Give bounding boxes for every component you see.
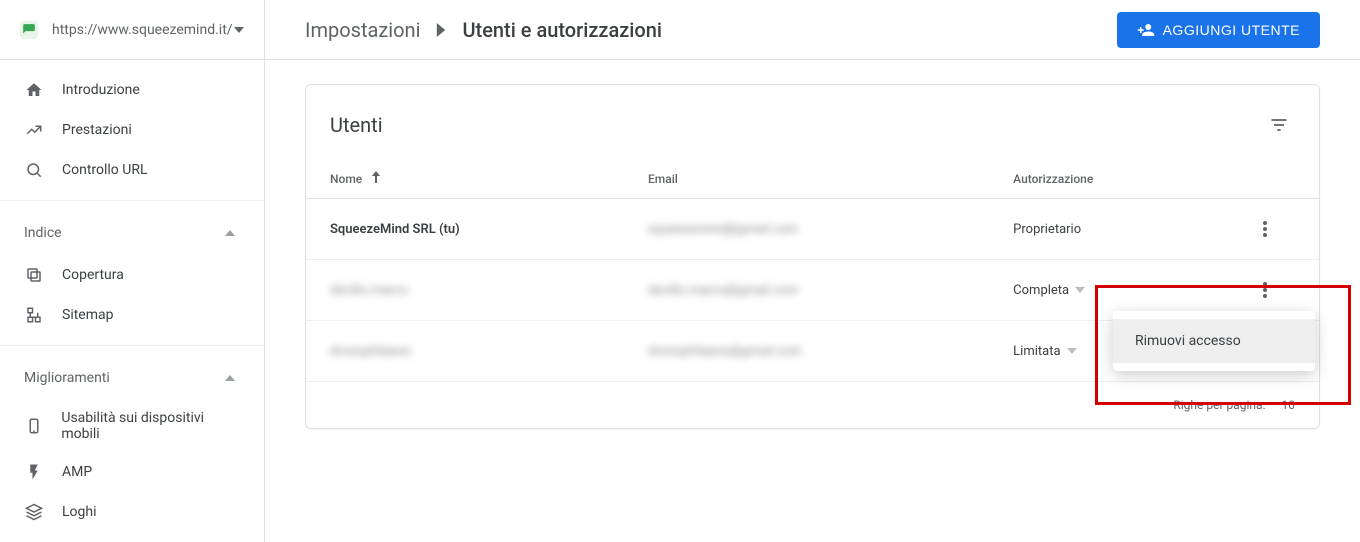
property-selector[interactable]: https://www.squeezemind.it/ bbox=[0, 0, 264, 60]
sort-arrow-up-icon bbox=[371, 172, 381, 186]
nav-group-title: Indice bbox=[24, 225, 62, 241]
nav-item-prestazioni[interactable]: Prestazioni bbox=[0, 110, 264, 150]
nav-item-sitemap[interactable]: Sitemap bbox=[0, 295, 264, 335]
cell-email: squeezemind@gmail.com bbox=[624, 199, 989, 260]
cell-name: devillo.marco bbox=[306, 260, 624, 321]
remove-access-action[interactable]: Rimuovi accesso bbox=[1113, 319, 1315, 363]
trend-icon bbox=[24, 120, 44, 140]
kebab-icon bbox=[1263, 282, 1267, 298]
breadcrumb-current: Utenti e autorizzazioni bbox=[462, 18, 662, 42]
table-row: SqueezeMind SRL (tu)squeezemind@gmail.co… bbox=[306, 199, 1319, 260]
rows-per-page-value[interactable]: 10 bbox=[1282, 398, 1296, 412]
cell-email: drosophilaexs@gmail.com bbox=[624, 321, 989, 382]
row-action-menu: Rimuovi accesso bbox=[1113, 311, 1315, 371]
chevron-up-icon bbox=[220, 223, 240, 243]
nav-label: Copertura bbox=[62, 267, 124, 283]
caret-down-icon bbox=[1075, 287, 1085, 293]
nav-label: Sitemap bbox=[62, 307, 113, 323]
caret-down-icon bbox=[1067, 348, 1077, 354]
filter-icon bbox=[1269, 115, 1289, 135]
nav-label: Loghi bbox=[62, 504, 97, 520]
nav-label: Introduzione bbox=[62, 82, 140, 98]
nav-item-copertura[interactable]: Copertura bbox=[0, 255, 264, 295]
property-url: https://www.squeezemind.it/ bbox=[52, 22, 234, 38]
filter-button[interactable] bbox=[1263, 109, 1295, 141]
breadcrumb: Impostazioni Utenti e autorizzazioni bbox=[305, 18, 662, 42]
nav-item-sitelink-search[interactable]: Casella di ricerca sitelink bbox=[0, 532, 264, 542]
mobile-icon bbox=[24, 416, 43, 436]
cell-permission: Proprietario bbox=[989, 199, 1225, 260]
nav-label: Controllo URL bbox=[62, 162, 148, 178]
layers-icon bbox=[24, 502, 44, 522]
nav-label: AMP bbox=[62, 464, 92, 480]
add-user-button[interactable]: AGGIUNGI UTENTE bbox=[1117, 12, 1320, 48]
person-add-icon bbox=[1137, 21, 1155, 39]
copy-icon bbox=[24, 265, 44, 285]
column-header-name[interactable]: Nome bbox=[306, 159, 624, 199]
nav-group-title: Miglioramenti bbox=[24, 370, 110, 386]
nav-item-introduzione[interactable]: Introduzione bbox=[0, 70, 264, 110]
cell-email: devillo.marco@gmail.com bbox=[624, 260, 989, 321]
bolt-icon bbox=[24, 462, 44, 482]
rows-per-page-label: Righe per pagina: bbox=[1173, 398, 1265, 412]
cell-name: SqueezeMind SRL (tu) bbox=[306, 199, 624, 260]
nav-group-miglioramenti[interactable]: Miglioramenti bbox=[0, 356, 264, 400]
chevron-right-icon bbox=[436, 18, 446, 42]
caret-down-icon bbox=[234, 20, 244, 39]
card-title: Utenti bbox=[330, 113, 383, 137]
cell-name: drosophilaexs bbox=[306, 321, 624, 382]
users-card: Utenti Nome bbox=[305, 84, 1320, 429]
row-menu-button[interactable] bbox=[1249, 213, 1281, 245]
nav-label: Prestazioni bbox=[62, 122, 132, 138]
search-icon bbox=[24, 160, 44, 180]
column-header-perm[interactable]: Autorizzazione bbox=[989, 159, 1225, 199]
nav-group-indice[interactable]: Indice bbox=[0, 211, 264, 255]
add-user-label: AGGIUNGI UTENTE bbox=[1163, 22, 1300, 38]
favicon-icon bbox=[20, 21, 38, 39]
nav-label: Usabilità sui dispositivi mobili bbox=[61, 410, 240, 442]
sitemap-icon bbox=[24, 305, 44, 325]
breadcrumb-parent[interactable]: Impostazioni bbox=[305, 18, 420, 42]
chevron-up-icon bbox=[220, 368, 240, 388]
nav-item-usabilita-mobile[interactable]: Usabilità sui dispositivi mobili bbox=[0, 400, 264, 452]
kebab-icon bbox=[1263, 221, 1267, 237]
row-menu-button[interactable] bbox=[1249, 274, 1281, 306]
nav-item-amp[interactable]: AMP bbox=[0, 452, 264, 492]
home-icon bbox=[24, 80, 44, 100]
column-header-email[interactable]: Email bbox=[624, 159, 989, 199]
nav-item-loghi[interactable]: Loghi bbox=[0, 492, 264, 532]
nav-item-controllo-url[interactable]: Controllo URL bbox=[0, 150, 264, 190]
